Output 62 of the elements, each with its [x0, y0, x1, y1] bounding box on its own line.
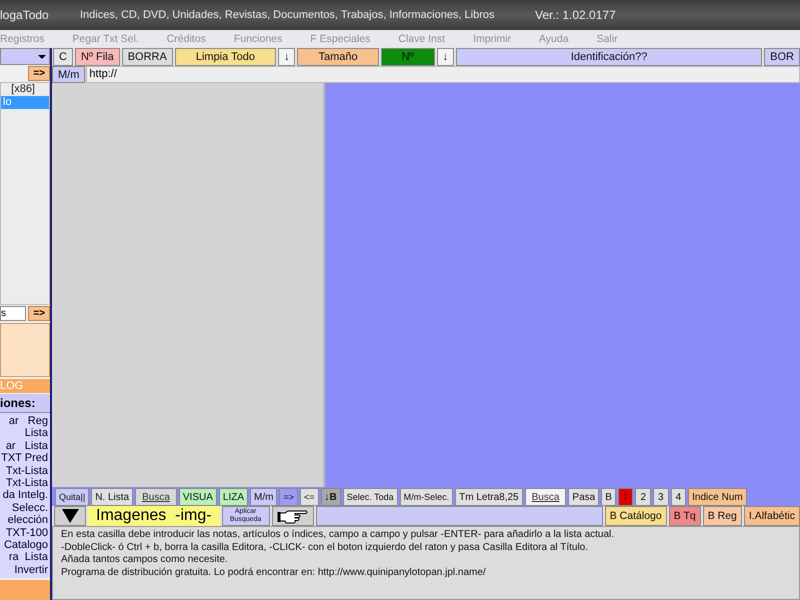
title-field[interactable]: Identificación??	[456, 48, 762, 66]
toolbar-button[interactable]: Selec. Toda	[342, 488, 398, 506]
case-button[interactable]: M/m	[52, 66, 86, 83]
version-label: Ver.: 1.02.0177	[535, 8, 616, 22]
toolbar-button[interactable]: Busca	[135, 488, 177, 506]
toolbar-button[interactable]: C	[53, 48, 73, 66]
toolbar-button[interactable]: LIZA	[218, 488, 248, 506]
option-item[interactable]: ar Lista	[0, 440, 50, 452]
catalog-label: LOG	[0, 379, 50, 393]
toolbar-button[interactable]: Quita||	[55, 488, 90, 506]
toolbar-button[interactable]: N. Lista	[91, 488, 134, 506]
option-item[interactable]: Catalogo	[0, 539, 50, 552]
toolbar-button[interactable]: ↓B	[320, 488, 341, 506]
filter-button[interactable]: B Catálogo	[604, 506, 667, 526]
toolbar-button[interactable]: BORRA	[122, 48, 173, 66]
toolbar-button[interactable]: M/m-Selec.	[400, 488, 454, 506]
toolbar-button[interactable]: ↓	[436, 48, 454, 66]
option-item[interactable]: TXT Pred	[0, 452, 50, 464]
toolbar-button[interactable]: Tamaño	[297, 48, 379, 66]
input-field[interactable]: s	[0, 306, 26, 320]
option-item[interactable]: Txt-Lista	[0, 464, 50, 477]
toolbar-button[interactable]: Nº	[380, 48, 435, 66]
toolbar-button[interactable]: ↓	[278, 48, 296, 66]
help-line: Añada tantos campos como necesite.	[61, 554, 229, 566]
url-field[interactable]: http://	[86, 66, 800, 83]
list-item[interactable]: [x86]	[1, 83, 49, 96]
toolbar-button[interactable]: <=	[300, 488, 319, 506]
option-item[interactable]: elección	[0, 514, 50, 526]
toolbar-button[interactable]: BOR	[764, 48, 800, 66]
help-line: -DobleClick- ó Ctrl + b, borra la casilla Editora, -CLICK- con el boton izquierdo del raton y pasa Casilla Editora al Título.	[61, 542, 590, 554]
option-item[interactable]: ra Lista	[0, 551, 50, 564]
toolbar-button[interactable]: Nº Fila	[74, 48, 120, 66]
filter-button[interactable]: I.Alfabétic	[744, 506, 800, 526]
help-line: En esta casilla debe introducir las notas, artículos o índices, campo a campo y pulsar -ENTER- para añadirlo a la lista actual.	[61, 529, 616, 542]
window-title: Indices, CD, DVD, Unidades, Revistas, Documentos, Trabajos, Informaciones, Libros	[80, 9, 496, 21]
page-button[interactable]: 2	[635, 488, 652, 506]
toolbar-button[interactable]: =>	[279, 488, 298, 506]
arrow-button[interactable]: =>	[28, 306, 50, 320]
toolbar-button[interactable]: Limpia Todo	[174, 48, 276, 66]
page-button[interactable]: 4	[670, 488, 686, 506]
option-item[interactable]: da Intelg.	[0, 489, 50, 502]
option-item[interactable]: TXT-100	[0, 526, 50, 539]
option-item[interactable]: Lista	[0, 427, 50, 440]
filter-button[interactable]: B Reg	[702, 506, 742, 526]
help-line: Programa de distribución gratuita. Lo podrá encontrar en: http://www.quinipanylotopan.jpl.name/	[61, 566, 487, 579]
option-item[interactable]: Selecc.	[0, 502, 50, 514]
toolbar-button[interactable]: M/m	[250, 488, 278, 506]
images-label: Imagenes -img-	[88, 506, 220, 526]
toolbar-button[interactable]: Busca	[524, 488, 566, 506]
toolbar-button[interactable]: Indice Num	[688, 488, 747, 506]
toolbar-button[interactable]: Pasa	[568, 488, 600, 506]
toolbar-button[interactable]: VISUA	[178, 488, 217, 506]
arrow-button[interactable]: =>	[28, 66, 50, 81]
app-name: logaTodo	[0, 8, 50, 22]
toolbar-button[interactable]: Tm Letra8,25	[455, 488, 523, 506]
option-item[interactable]: ar Reg	[0, 415, 50, 427]
option-item[interactable]: Txt-Lista	[0, 477, 50, 490]
options-heading: iones:	[0, 394, 50, 412]
page-button[interactable]: 3	[653, 488, 669, 506]
option-item[interactable]: Invertir	[0, 564, 50, 576]
filter-button[interactable]: B Tq	[668, 506, 701, 526]
toolbar-button[interactable]: B	[601, 488, 616, 506]
